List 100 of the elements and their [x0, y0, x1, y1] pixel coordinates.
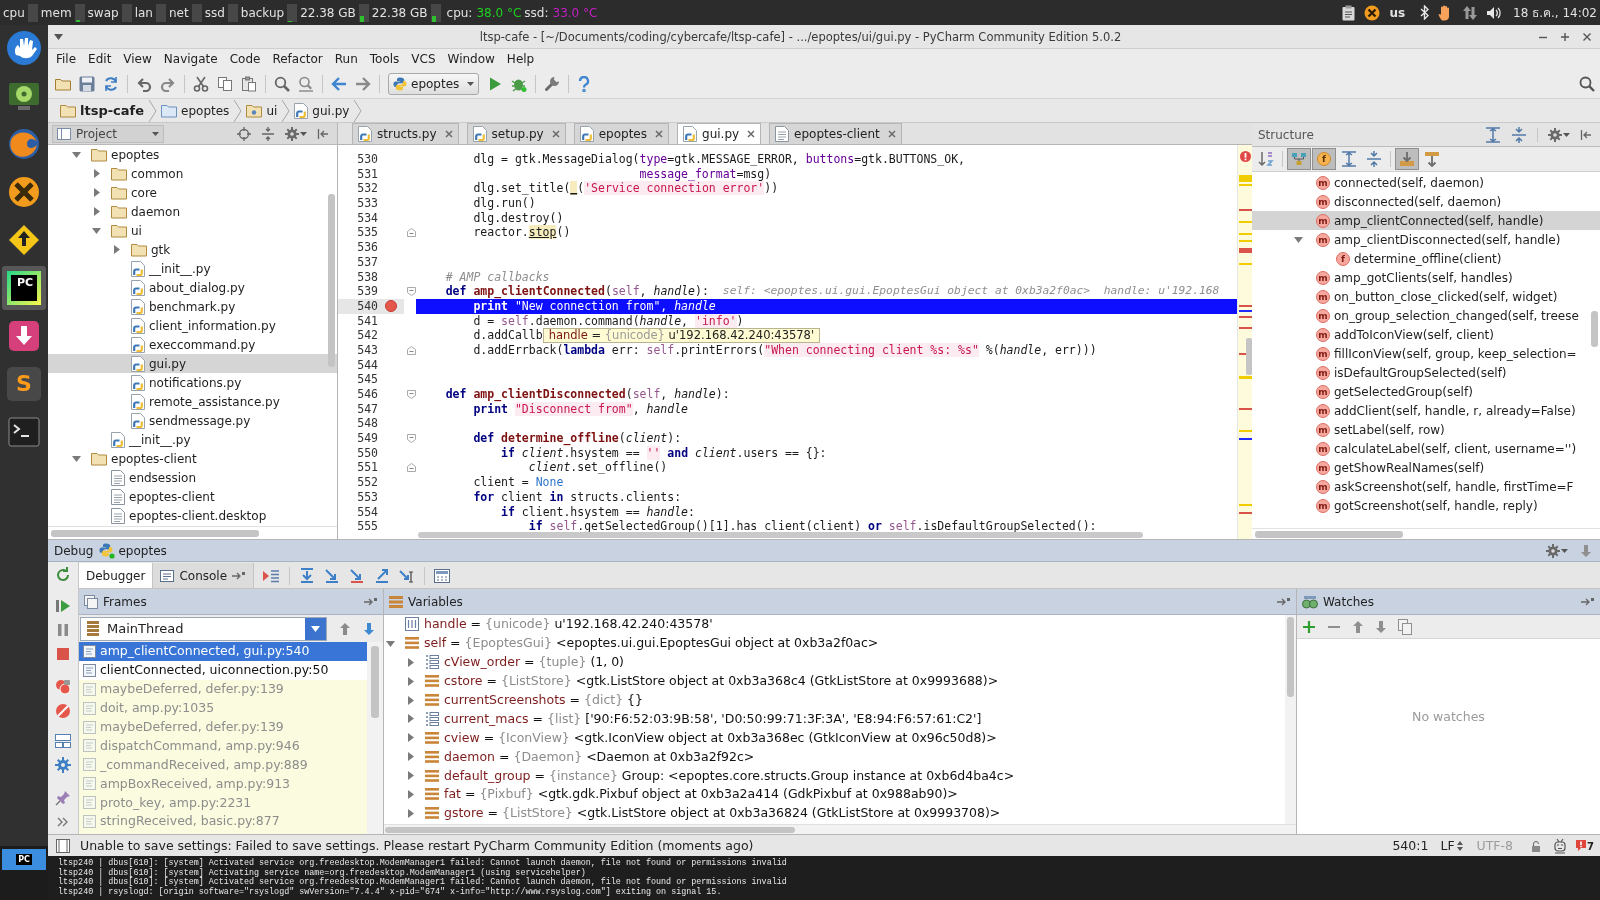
scrollbar-thumb[interactable]: [371, 646, 379, 718]
caret-right-icon[interactable]: [92, 207, 101, 216]
variable-entry[interactable]: daemon = {Daemon} <Daemon at 0xb3a2f92c>: [444, 748, 755, 765]
bluetooth-icon[interactable]: [1420, 5, 1430, 20]
caret-right-icon[interactable]: [406, 752, 415, 762]
caret-right-icon[interactable]: [112, 245, 121, 254]
caret-down-icon[interactable]: [386, 638, 395, 648]
plus-icon[interactable]: [1560, 31, 1570, 42]
structure-item[interactable]: addClient(self, handle, r, already=False): [1334, 402, 1576, 419]
tree-item[interactable]: __init__.py: [111, 431, 191, 448]
arrows-to-line-icon[interactable]: [1511, 126, 1527, 143]
copy-icon[interactable]: [1398, 618, 1412, 635]
structure-item[interactable]: addToIconView(self, client): [1334, 326, 1494, 343]
menu-item[interactable]: Refactor: [266, 50, 329, 68]
variable-entry[interactable]: fat = {Pixbuf} <gtk.gdk.Pixbuf object at 0xb3a2a414 (GdkPixbuf at 0x988ab90)>: [444, 786, 958, 803]
bar-play-icon[interactable]: [55, 598, 71, 614]
caret-right-icon[interactable]: [406, 657, 415, 667]
play-icon[interactable]: [487, 75, 503, 92]
close-icon[interactable]: [747, 130, 756, 138]
calculator-icon[interactable]: [434, 567, 451, 584]
arrow-to-cursor-icon[interactable]: [399, 567, 416, 584]
variable-entry[interactable]: currentScreenshots = {dict} {}: [444, 692, 643, 708]
speaker-icon[interactable]: [1486, 5, 1503, 20]
arrow-square-icon[interactable]: [1581, 596, 1595, 607]
structure-item[interactable]: setLabel(self, row): [1334, 421, 1445, 438]
cursor-position[interactable]: 540:1: [1392, 837, 1429, 854]
arrow-square-icon[interactable]: [364, 596, 378, 607]
editor-tab[interactable]: gui.py: [677, 123, 762, 144]
menu-item[interactable]: Code: [223, 50, 267, 68]
fold-marker-icon[interactable]: [407, 287, 416, 297]
arrow-up-icon[interactable]: [339, 621, 351, 636]
window-frame-icon[interactable]: [56, 838, 70, 853]
caret-right-icon[interactable]: [406, 733, 415, 743]
breadcrumb[interactable]: ui: [242, 99, 282, 122]
pin-icon[interactable]: [55, 790, 71, 806]
undo-icon[interactable]: [136, 75, 152, 92]
gear-icon[interactable]: [285, 126, 299, 141]
tree-item[interactable]: common: [111, 165, 184, 182]
gear-icon[interactable]: [1548, 127, 1562, 142]
menu-item[interactable]: Window: [441, 50, 501, 68]
editor-tab[interactable]: epoptes: [573, 123, 669, 144]
crosshair-icon[interactable]: [237, 126, 251, 141]
tree-item[interactable]: notifications.py: [131, 374, 242, 391]
structure-item[interactable]: getSelectedGroup(self): [1334, 383, 1473, 400]
arrow-square-icon[interactable]: [1277, 596, 1291, 607]
structure-item[interactable]: on_group_selection_changed(self, treese: [1334, 307, 1579, 324]
scrollbar-thumb[interactable]: [418, 532, 1143, 538]
structure-item[interactable]: getShowRealNames(self): [1334, 459, 1485, 476]
menu-item[interactable]: File: [50, 50, 83, 68]
menu-item[interactable]: Tools: [363, 50, 406, 68]
keyboard-layout[interactable]: us: [1389, 4, 1406, 21]
clock[interactable]: 18 ธ.ค., 14:02: [1513, 4, 1597, 21]
exclamation-circle-icon[interactable]: [1239, 151, 1251, 162]
arrow-to-bar-icon[interactable]: [1580, 128, 1592, 141]
up-down-arrows-icon[interactable]: [1456, 840, 1463, 851]
structure-item[interactable]: on_button_close_clicked(self, widget): [1334, 288, 1558, 305]
tree-item[interactable]: ui: [111, 222, 142, 239]
toolbar-toggle[interactable]: [1287, 148, 1311, 170]
structure-item[interactable]: determine_offline(client): [1354, 250, 1502, 267]
menu-item[interactable]: Edit: [82, 50, 118, 68]
variable-entry[interactable]: cview = {IconView} <gtk.IconView object at 0xb3a368ec (GtkIconView at 0x96c50d8)>: [444, 729, 997, 746]
triangle-lines-icon[interactable]: [262, 567, 281, 584]
variable-entry[interactable]: handle = {unicode} u'192.168.42.240:43578': [424, 616, 713, 633]
tree-item[interactable]: core: [111, 184, 157, 201]
structure-item[interactable]: connected(self, daemon): [1334, 174, 1484, 191]
caret-right-icon[interactable]: [406, 771, 415, 781]
tree-item[interactable]: __init__.py: [131, 260, 211, 277]
diagonal-arrow-down-icon[interactable]: [324, 567, 341, 584]
variable-entry[interactable]: gstore = {ListStore} <gtk.ListStore object at 0xb3a36824 (GtkListStore at 0x9993708)>: [444, 805, 1001, 822]
variable-entry[interactable]: default_group = {instance} Group: <epoptes.core.structs.Group instance at 0xb6d4ba4c>: [444, 767, 1015, 784]
tree-item[interactable]: gtk: [131, 241, 171, 258]
double-dot-icon[interactable]: [55, 679, 71, 695]
structure-item[interactable]: askScreenshot(self, handle, firstTime=F: [1334, 478, 1574, 495]
variable-entry[interactable]: cView_order = {tuple} (1, 0): [444, 654, 624, 671]
fold-marker-icon[interactable]: [407, 389, 416, 399]
plus-icon[interactable]: [1302, 619, 1316, 634]
wrench-icon[interactable]: [544, 75, 560, 92]
menu-item[interactable]: Help: [500, 50, 541, 68]
fold-marker-icon[interactable]: [407, 345, 416, 355]
fold-marker-icon[interactable]: [407, 228, 416, 238]
caret-right-icon[interactable]: [406, 714, 415, 724]
tree-item[interactable]: endsession: [111, 469, 197, 486]
tree-item[interactable]: client_information.py: [131, 317, 276, 334]
editor-tab[interactable]: structs.py: [352, 123, 459, 144]
arrows-to-bars-icon[interactable]: [1485, 126, 1501, 143]
close-icon[interactable]: [887, 130, 896, 138]
tree-item[interactable]: epoptes: [91, 146, 160, 163]
line-separator[interactable]: LF: [1440, 837, 1455, 854]
structure-item[interactable]: amp_clientDisconnected(self, handle): [1334, 231, 1561, 248]
arrow-down-icon[interactable]: [363, 621, 375, 636]
arrow-down-bar-icon[interactable]: [299, 567, 316, 584]
tree-item[interactable]: epoptes-client: [91, 450, 197, 467]
copy-icon[interactable]: [217, 75, 233, 92]
scrollbar-thumb[interactable]: [1591, 311, 1598, 347]
variable-entry[interactable]: current_macs = {list} ['90:F6:52:03:9B:58', 'D0:50:99:71:3F:3A', 'E8:94:F6:57:61:C2']: [444, 710, 982, 727]
settings-icon[interactable]: [55, 757, 71, 773]
fold-marker-icon[interactable]: [407, 433, 416, 443]
robot-face-icon[interactable]: [1553, 837, 1568, 854]
padlock-icon[interactable]: [1531, 839, 1542, 852]
caret-right-icon[interactable]: [406, 695, 415, 705]
